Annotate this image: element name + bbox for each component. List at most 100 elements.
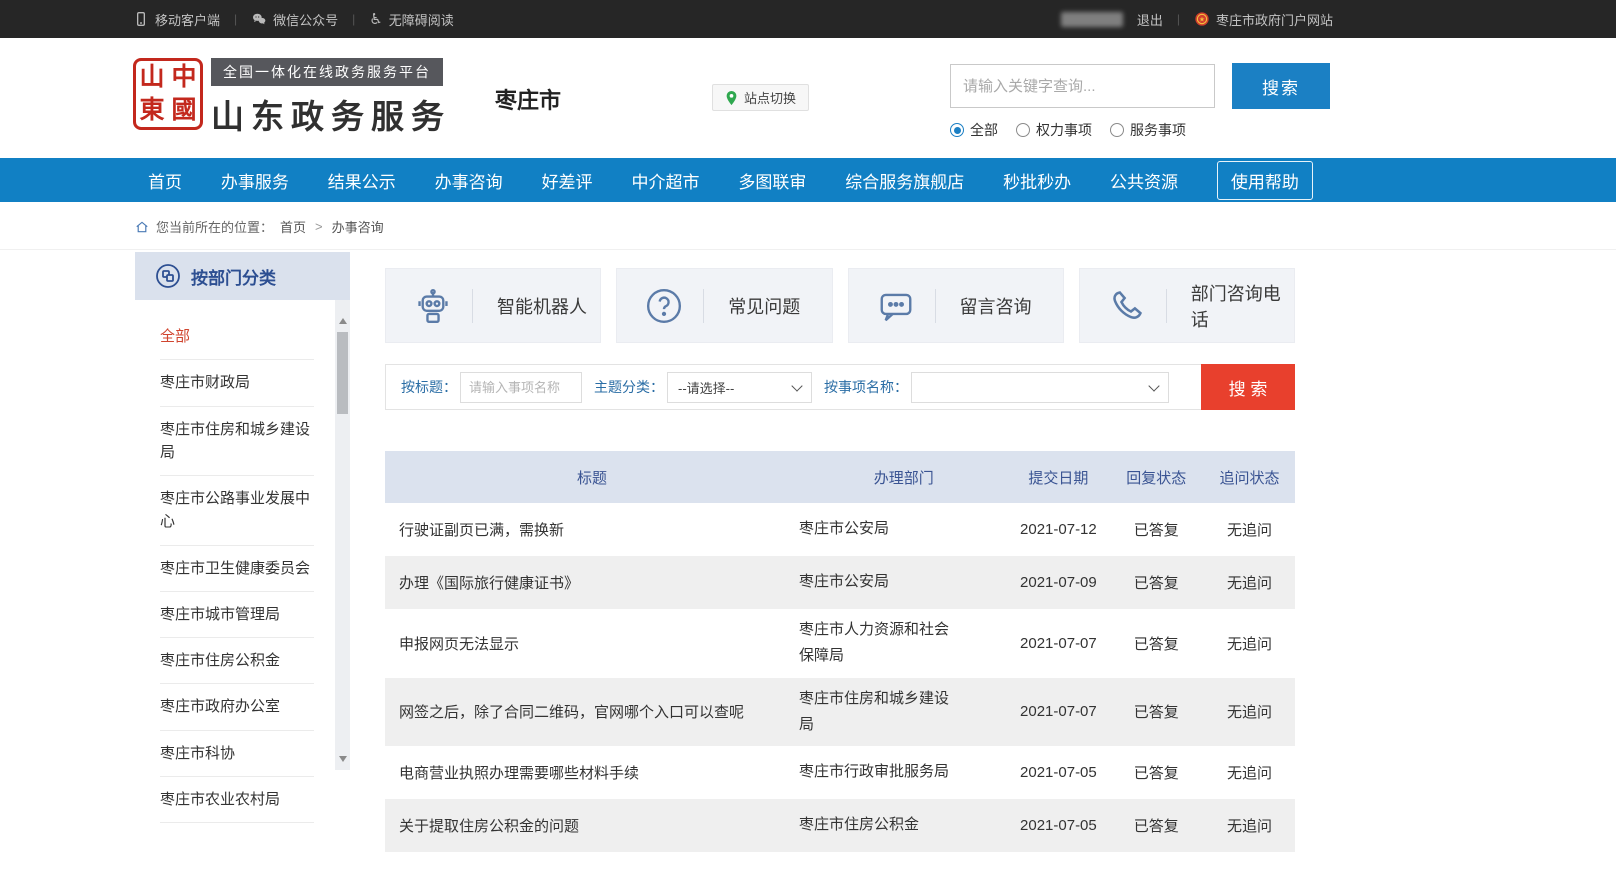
scope-radio[interactable]: 权力事项 — [1016, 120, 1092, 140]
department-item[interactable]: 枣庄市住房和城乡建设局 — [160, 407, 314, 477]
nav-item[interactable]: 办事服务 — [221, 168, 289, 193]
row-title[interactable]: 关于提取住房公积金的问题 — [385, 807, 799, 844]
row-followup-status: 无追问 — [1204, 815, 1295, 836]
department-item[interactable]: 全部 — [160, 314, 314, 360]
table-row[interactable]: 电商营业执照办理需要哪些材料手续 枣庄市行政审批服务局 2021-07-05 已… — [385, 746, 1295, 799]
table-row[interactable]: 申报网页无法显示 枣庄市人力资源和社会保障局 2021-07-07 已答复 无追… — [385, 609, 1295, 678]
row-reply-status: 已答复 — [1108, 701, 1204, 722]
sidebar-scrollbar[interactable] — [335, 300, 350, 770]
row-title[interactable]: 申报网页无法显示 — [385, 625, 799, 662]
col-reply-status: 回复状态 — [1108, 467, 1204, 488]
platform-badge: 全国一体化在线政务服务平台 — [211, 58, 443, 86]
nav-item[interactable]: 秒批秒办 — [1003, 168, 1071, 193]
row-followup-status: 无追问 — [1204, 519, 1295, 540]
mobile-client-link[interactable]: 移动客户端 — [133, 10, 220, 29]
radio-icon — [1110, 123, 1124, 137]
item-filter-label: 按事项名称： — [824, 377, 908, 397]
breadcrumb-home-link[interactable]: 首页 — [280, 217, 306, 236]
nav-item[interactable]: 办事咨询 — [435, 168, 503, 193]
row-department: 枣庄市住房和城乡建设局 — [799, 678, 1008, 747]
breadcrumb-current[interactable]: 办事咨询 — [332, 217, 384, 236]
divider — [472, 289, 473, 323]
card-department-phone[interactable]: 部门咨询电话 — [1079, 268, 1295, 343]
department-item[interactable]: 枣庄市财政局 — [160, 360, 314, 406]
accessibility-icon: ♿ — [369, 12, 382, 27]
topic-select[interactable]: --请选择-- — [667, 372, 812, 403]
logout-link[interactable]: 退出 — [1137, 10, 1163, 29]
robot-icon — [414, 287, 452, 325]
breadcrumb-bar: 您当前所在的位置： 首页 > 办事咨询 — [0, 202, 1616, 250]
nav-item[interactable]: 结果公示 — [328, 168, 396, 193]
scrollbar-thumb[interactable] — [337, 332, 348, 414]
card-message-consult[interactable]: 留言咨询 — [848, 268, 1064, 343]
sidebar-header: 按部门分类 — [135, 252, 350, 300]
row-date: 2021-07-09 — [1008, 574, 1108, 591]
department-item[interactable]: 枣庄市公路事业发展中心 — [160, 476, 314, 546]
table-row[interactable]: 行驶证副页已满，需换新 枣庄市公安局 2021-07-12 已答复 无追问 — [385, 503, 1295, 556]
consult-filter-bar: 按标题： 主题分类： --请选择-- 按事项名称： 搜 索 — [385, 364, 1295, 410]
table-row[interactable]: 办理《国际旅行健康证书》 枣庄市公安局 2021-07-09 已答复 无追问 — [385, 556, 1295, 609]
nav-item[interactable]: 多图联审 — [738, 168, 806, 193]
row-date: 2021-07-12 — [1008, 521, 1108, 538]
site-title: 山东政务服务 — [211, 90, 451, 138]
row-followup-status: 无追问 — [1204, 762, 1295, 783]
row-department: 枣庄市住房公积金 — [799, 804, 1008, 846]
message-icon — [877, 287, 915, 325]
svg-text:★: ★ — [1199, 17, 1205, 24]
filter-search-button[interactable]: 搜 索 — [1201, 364, 1295, 410]
scope-radio[interactable]: 服务事项 — [1110, 120, 1186, 140]
department-item[interactable]: 枣庄市住房公积金 — [160, 638, 314, 684]
row-date: 2021-07-05 — [1008, 764, 1108, 781]
consult-table: 标题 办理部门 提交日期 回复状态 追问状态 行驶证副页已满，需换新 枣庄市公安… — [385, 451, 1295, 852]
location-pin-icon — [725, 90, 738, 106]
department-item[interactable]: 枣庄市科协 — [160, 731, 314, 777]
row-reply-status: 已答复 — [1108, 572, 1204, 593]
portal-link[interactable]: ★ 枣庄市政府门户网站 — [1194, 10, 1333, 29]
category-icon — [155, 263, 181, 289]
site-header: 山中 東國 全国一体化在线政务服务平台 山东政务服务 枣庄市 站点切换 搜索 — [0, 38, 1616, 158]
divider — [1166, 289, 1167, 323]
scroll-up-arrow[interactable] — [339, 318, 347, 324]
header-search-input[interactable] — [951, 65, 1214, 107]
nav-item[interactable]: 中介超市 — [631, 168, 699, 193]
site-logo[interactable]: 山中 東國 全国一体化在线政务服务平台 山东政务服务 — [133, 58, 451, 138]
row-title[interactable]: 网签之后，除了合同二维码，官网哪个入口可以查呢 — [385, 693, 799, 730]
department-item[interactable]: 枣庄市卫生健康委员会 — [160, 546, 314, 592]
site-switch-button[interactable]: 站点切换 — [712, 84, 809, 111]
header-search — [950, 64, 1215, 108]
nav-item[interactable]: 首页 — [148, 168, 182, 193]
home-icon — [135, 220, 149, 234]
col-department: 办理部门 — [799, 467, 1008, 488]
quick-link-cards: 智能机器人 常见问题 留言咨询 部门咨询电话 — [385, 268, 1295, 343]
chevron-down-icon — [1148, 380, 1159, 391]
col-date: 提交日期 — [1008, 467, 1108, 488]
row-followup-status: 无追问 — [1204, 633, 1295, 654]
scroll-down-arrow[interactable] — [339, 756, 347, 762]
table-row[interactable]: 网签之后，除了合同二维码，官网哪个入口可以查呢 枣庄市住房和城乡建设局 2021… — [385, 678, 1295, 747]
card-faq[interactable]: 常见问题 — [616, 268, 832, 343]
card-smart-robot[interactable]: 智能机器人 — [385, 268, 601, 343]
question-icon — [645, 287, 683, 325]
wechat-link[interactable]: 微信公众号 — [251, 10, 338, 29]
nav-item[interactable]: 好差评 — [542, 168, 593, 193]
row-title[interactable]: 行驶证副页已满，需换新 — [385, 511, 799, 548]
nav-item[interactable]: 综合服务旗舰店 — [845, 168, 964, 193]
username-redacted — [1061, 12, 1123, 27]
scope-radio[interactable]: 全部 — [950, 120, 998, 140]
department-item[interactable]: 枣庄市政府办公室 — [160, 684, 314, 730]
item-name-select[interactable] — [911, 372, 1169, 403]
row-reply-status: 已答复 — [1108, 519, 1204, 540]
department-item[interactable]: 枣庄市农业农村局 — [160, 777, 314, 823]
accessibility-link[interactable]: ♿ 无障碍阅读 — [369, 10, 453, 29]
nav-item[interactable]: 使用帮助 — [1217, 161, 1313, 200]
divider — [703, 289, 704, 323]
row-title[interactable]: 电商营业执照办理需要哪些材料手续 — [385, 754, 799, 791]
row-title[interactable]: 办理《国际旅行健康证书》 — [385, 564, 799, 601]
nav-item[interactable]: 公共资源 — [1110, 168, 1178, 193]
breadcrumb: 您当前所在的位置： 首页 > 办事咨询 — [135, 202, 1295, 249]
title-filter-input[interactable] — [460, 372, 582, 403]
header-search-button[interactable]: 搜索 — [1232, 63, 1330, 109]
department-item[interactable]: 枣庄市城市管理局 — [160, 592, 314, 638]
col-followup-status: 追问状态 — [1204, 467, 1295, 488]
table-row[interactable]: 关于提取住房公积金的问题 枣庄市住房公积金 2021-07-05 已答复 无追问 — [385, 799, 1295, 852]
